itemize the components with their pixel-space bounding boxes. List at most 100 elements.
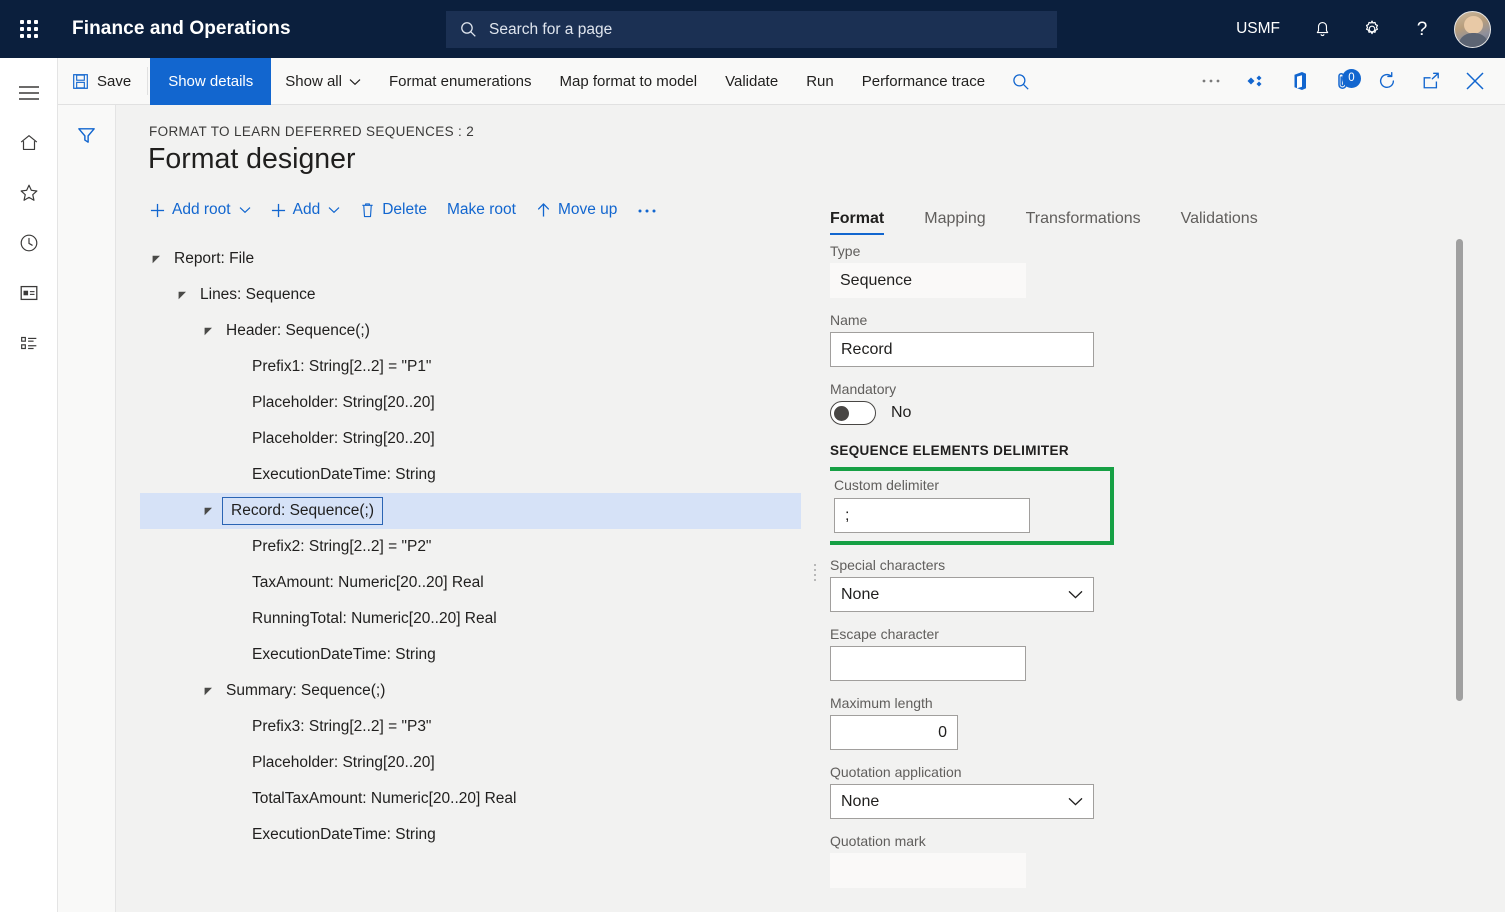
special-characters-select[interactable]: None [830, 577, 1094, 612]
tab-transformations[interactable]: Transformations [1026, 210, 1141, 235]
tree-node[interactable]: Placeholder: String[20..20] [140, 385, 830, 421]
move-up-label: Move up [558, 201, 617, 219]
tree-node[interactable]: Report: File [140, 241, 830, 277]
save-button[interactable]: Save [58, 58, 145, 105]
quotation-application-label: Quotation application [830, 764, 1505, 780]
tree-node[interactable]: Header: Sequence(;) [140, 313, 830, 349]
tree-node-label: ExecutionDateTime: String [252, 826, 436, 844]
tree-node[interactable]: Prefix2: String[2..2] = "P2" [140, 529, 830, 565]
tree-node[interactable]: Placeholder: String[20..20] [140, 421, 830, 457]
bell-icon[interactable] [1300, 7, 1344, 51]
designer-action-bar: Add root Add Delete Make root Mov [140, 195, 667, 225]
mandatory-value: No [891, 404, 911, 422]
open-in-new-window-icon[interactable] [1409, 58, 1453, 105]
tree-node[interactable]: Placeholder: String[20..20] [140, 745, 830, 781]
tree-node[interactable]: Prefix3: String[2..2] = "P3" [140, 709, 830, 745]
workspace-icon[interactable] [4, 268, 54, 318]
add-root-button[interactable]: Add root [140, 195, 261, 225]
maximum-length-input[interactable]: 0 [830, 715, 958, 750]
run-button[interactable]: Run [792, 58, 848, 105]
tree-node-label: ExecutionDateTime: String [252, 646, 436, 664]
breadcrumb: FORMAT TO LEARN DEFERRED SEQUENCES : 2 [149, 124, 474, 139]
tree-node-label: Placeholder: String[20..20] [252, 394, 435, 412]
tree-node-label: RunningTotal: Numeric[20..20] Real [252, 610, 497, 628]
make-root-button[interactable]: Make root [437, 195, 526, 225]
attachments-button[interactable]: 0 [1321, 58, 1365, 105]
arrow-up-icon [536, 202, 551, 218]
tree-node[interactable]: ExecutionDateTime: String [140, 817, 830, 853]
mandatory-label: Mandatory [830, 381, 1505, 397]
search-icon[interactable] [999, 58, 1043, 105]
escape-character-input[interactable] [830, 646, 1026, 681]
star-icon[interactable] [4, 168, 54, 218]
expand-collapse-arrow-icon[interactable] [148, 251, 164, 267]
tree-node[interactable]: Prefix1: String[2..2] = "P1" [140, 349, 830, 385]
ellipsis-icon[interactable] [1189, 58, 1233, 105]
maximum-length-label: Maximum length [830, 695, 1505, 711]
tree-node-label: Header: Sequence(;) [226, 322, 370, 340]
refresh-icon[interactable] [1365, 58, 1409, 105]
show-all-label: Show all [285, 73, 342, 90]
panel-splitter-handle[interactable] [810, 560, 820, 584]
tree-node-label: Report: File [174, 250, 254, 268]
type-value: Sequence [830, 263, 1026, 298]
custom-delimiter-input[interactable]: ; [834, 498, 1030, 533]
add-button[interactable]: Add [261, 195, 351, 225]
global-search-input[interactable]: Search for a page [446, 11, 1057, 48]
format-enumerations-button[interactable]: Format enumerations [375, 58, 546, 105]
close-x-icon[interactable] [1453, 58, 1497, 105]
tree-node[interactable]: ExecutionDateTime: String [140, 637, 830, 673]
tree-node[interactable]: TotalTaxAmount: Numeric[20..20] Real [140, 781, 830, 817]
company-selector[interactable]: USMF [1222, 20, 1294, 38]
share-diamond-icon[interactable] [1233, 58, 1277, 105]
tree-node[interactable]: ExecutionDateTime: String [140, 457, 830, 493]
app-launcher-icon[interactable] [0, 0, 58, 58]
show-details-button[interactable]: Show details [150, 58, 271, 105]
expand-collapse-arrow-icon[interactable] [174, 287, 190, 303]
tree-node-label: Prefix1: String[2..2] = "P1" [252, 358, 431, 376]
question-mark-icon[interactable]: ? [1400, 7, 1444, 51]
clock-icon[interactable] [4, 218, 54, 268]
more-actions-button[interactable] [627, 195, 667, 225]
expand-collapse-arrow-icon[interactable] [200, 323, 216, 339]
properties-panel-scrollbar[interactable] [1456, 239, 1463, 701]
quotation-application-select[interactable]: None [830, 784, 1094, 819]
move-up-button[interactable]: Move up [526, 195, 627, 225]
expand-collapse-arrow-icon[interactable] [200, 503, 216, 519]
tree-node-label: TotalTaxAmount: Numeric[20..20] Real [252, 790, 516, 808]
user-avatar[interactable] [1454, 11, 1491, 48]
delete-button[interactable]: Delete [350, 195, 437, 225]
show-all-button[interactable]: Show all [271, 58, 375, 105]
tab-mapping[interactable]: Mapping [924, 210, 985, 235]
hamburger-menu-icon[interactable] [4, 68, 54, 118]
name-field: Name Record [830, 312, 1505, 367]
tree-node[interactable]: TaxAmount: Numeric[20..20] Real [140, 565, 830, 601]
tree-node[interactable]: Lines: Sequence [140, 277, 830, 313]
svg-text:?: ? [1417, 19, 1428, 40]
tree-node[interactable]: Summary: Sequence(;) [140, 673, 830, 709]
tree-node-label: ExecutionDateTime: String [252, 466, 436, 484]
tab-validations[interactable]: Validations [1181, 210, 1258, 235]
tree-node-label: Record: Sequence(;) [222, 497, 383, 525]
home-icon[interactable] [4, 118, 54, 168]
performance-trace-button[interactable]: Performance trace [848, 58, 999, 105]
filter-funnel-icon[interactable] [71, 119, 103, 151]
mandatory-field: Mandatory No [830, 381, 1505, 425]
map-format-to-model-button[interactable]: Map format to model [546, 58, 712, 105]
office-app-icon[interactable] [1277, 58, 1321, 105]
mandatory-toggle[interactable] [830, 401, 876, 425]
tree-node-selected[interactable]: Record: Sequence(;) [140, 493, 801, 529]
validate-button[interactable]: Validate [711, 58, 792, 105]
tree-node-label: Placeholder: String[20..20] [252, 754, 435, 772]
format-tree: Report: File Lines: Sequence Header: Seque… [140, 241, 830, 853]
name-input[interactable]: Record [830, 332, 1094, 367]
tree-node[interactable]: RunningTotal: Numeric[20..20] Real [140, 601, 830, 637]
gear-icon[interactable] [1350, 7, 1394, 51]
tree-node-label: TaxAmount: Numeric[20..20] Real [252, 574, 484, 592]
expand-collapse-arrow-icon[interactable] [200, 683, 216, 699]
name-label: Name [830, 312, 1505, 328]
list-icon[interactable] [4, 318, 54, 368]
tab-format[interactable]: Format [830, 210, 884, 235]
command-bar: Save Show details Show all Format enumer… [58, 58, 1505, 105]
top-nav-right-cluster: USMF ? [1222, 0, 1505, 58]
